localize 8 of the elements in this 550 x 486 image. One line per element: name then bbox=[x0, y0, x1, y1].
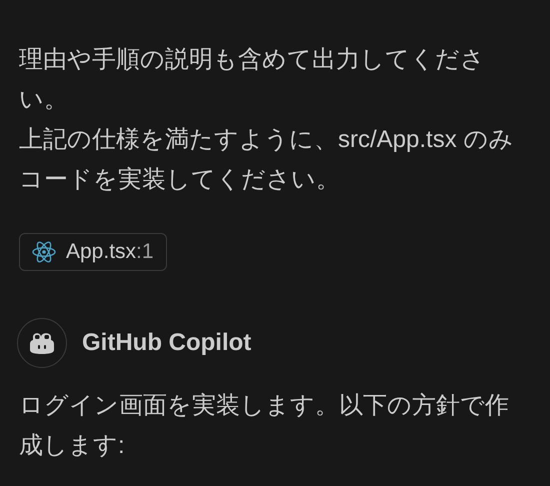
assistant-name: GitHub Copilot bbox=[82, 329, 252, 357]
message-paragraph: 理由や手順の説明も含めて出力してくださ い。 bbox=[19, 45, 486, 115]
message-paragraph: 上記の仕様を満たすように、src/App.tsx のみ コードを実装してください。 bbox=[19, 125, 514, 195]
response-paragraph: ログイン画面を実装します。以下の方針で作 成します: bbox=[19, 391, 510, 461]
file-reference: App.tsx:1 bbox=[66, 240, 154, 264]
file-reference-chip[interactable]: App.tsx:1 bbox=[19, 233, 167, 271]
copilot-icon bbox=[29, 331, 55, 355]
atom-icon bbox=[32, 241, 56, 263]
